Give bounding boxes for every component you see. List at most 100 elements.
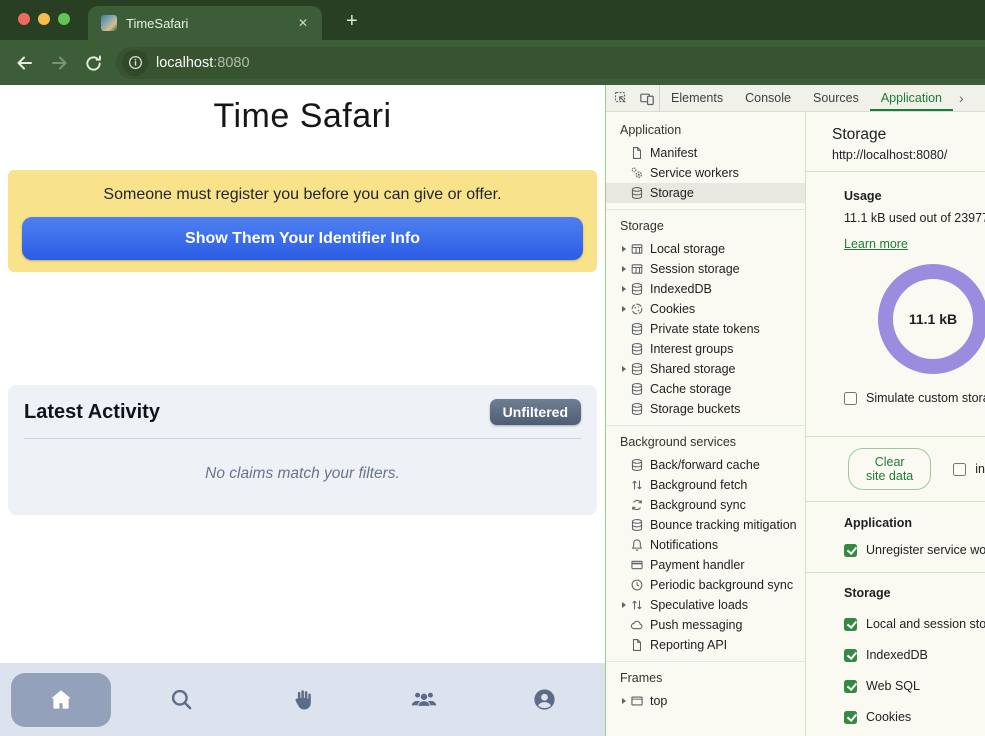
device-toolbar-icon[interactable] [639, 91, 655, 106]
sidebar-item-payment-handler[interactable]: Payment handler [606, 555, 805, 575]
sidebar-item-push-messaging[interactable]: Push messaging [606, 615, 805, 635]
sidebar-item-private-state-tokens[interactable]: Private state tokens [606, 319, 805, 339]
checkbox-checked[interactable] [844, 680, 857, 693]
traffic-lights [18, 13, 70, 25]
web-sql-row[interactable]: Web SQL [844, 679, 985, 693]
page-title: Time Safari [0, 97, 605, 136]
unregister-service-workers-row[interactable]: Unregister service wor [844, 543, 985, 557]
sidebar-item-back-forward-cache[interactable]: Back/forward cache [606, 455, 805, 475]
sidebar-item-cookies[interactable]: Cookies [606, 299, 805, 319]
include-checkbox-row[interactable]: in [953, 462, 985, 476]
sidebar-item-local-storage[interactable]: Local storage [606, 239, 805, 259]
sidebar-item-bounce-tracking-mitigations[interactable]: Bounce tracking mitigation [606, 515, 805, 535]
sidebar-item-top-frame[interactable]: top [606, 691, 805, 711]
panel-title: Storage [832, 126, 985, 144]
reload-icon[interactable] [76, 52, 110, 73]
new-tab-button[interactable]: + [338, 8, 366, 35]
item-label: IndexedDB [650, 282, 712, 296]
divider [606, 425, 805, 426]
section-application: Application [606, 116, 805, 143]
nav-offers[interactable] [242, 663, 363, 736]
disclosure-caret[interactable] [622, 366, 626, 372]
disclosure-caret[interactable] [622, 266, 626, 272]
address-bar[interactable]: localhost:8080 [116, 47, 985, 79]
tab-application[interactable]: Application [870, 85, 953, 111]
item-label: Service workers [650, 166, 739, 180]
disclosure-caret[interactable] [622, 246, 626, 252]
nav-profile[interactable] [484, 663, 605, 736]
people-icon [409, 687, 439, 713]
checkbox-checked[interactable] [844, 649, 857, 662]
indexeddb-row[interactable]: IndexedDB [844, 648, 985, 662]
checkbox-checked[interactable] [844, 711, 857, 724]
nav-home[interactable] [0, 663, 121, 736]
forward-icon[interactable] [42, 52, 76, 73]
clear-site-data-button[interactable]: Clear site data [848, 448, 931, 490]
checkbox-unchecked[interactable] [844, 392, 857, 405]
raised-hand-icon [290, 687, 316, 713]
up-down-arrows-icon [630, 478, 644, 492]
unfiltered-badge[interactable]: Unfiltered [490, 399, 581, 425]
item-label: Back/forward cache [650, 458, 760, 472]
browser-toolbar: localhost:8080 [0, 40, 985, 85]
bottom-navigation [0, 663, 605, 736]
nav-search[interactable] [121, 663, 242, 736]
show-identifier-info-button[interactable]: Show Them Your Identifier Info [22, 217, 583, 260]
cookies-row[interactable]: Cookies [844, 710, 985, 724]
sidebar-item-session-storage[interactable]: Session storage [606, 259, 805, 279]
latest-activity-card: Latest Activity Unfiltered No claims mat… [8, 385, 597, 515]
checkbox-unchecked[interactable] [953, 463, 966, 476]
disclosure-caret[interactable] [622, 286, 626, 292]
checkbox-label: Simulate custom stora [866, 391, 985, 405]
sidebar-item-background-sync[interactable]: Background sync [606, 495, 805, 515]
sidebar-item-storage[interactable]: Storage [606, 183, 805, 203]
tab-close-icon[interactable]: ✕ [294, 14, 312, 32]
item-label: Shared storage [650, 362, 735, 376]
registration-alert: Someone must register you before you can… [8, 170, 597, 272]
minimize-window-button[interactable] [38, 13, 50, 25]
local-session-storage-row[interactable]: Local and session stor [844, 617, 985, 631]
sidebar-item-background-fetch[interactable]: Background fetch [606, 475, 805, 495]
tab-sources[interactable]: Sources [802, 85, 870, 111]
disclosure-caret[interactable] [622, 698, 626, 704]
checkbox-checked[interactable] [844, 618, 857, 631]
database-icon [630, 282, 644, 296]
inspect-element-icon[interactable] [614, 91, 629, 106]
item-label: Push messaging [650, 618, 742, 632]
url-port: :8080 [213, 55, 249, 71]
checkbox-label: Cookies [866, 710, 911, 724]
sidebar-item-cache-storage[interactable]: Cache storage [606, 379, 805, 399]
database-icon [630, 322, 644, 336]
home-active-pill[interactable] [11, 673, 111, 727]
tab-elements[interactable]: Elements [660, 85, 734, 111]
zoom-window-button[interactable] [58, 13, 70, 25]
checkbox-checked[interactable] [844, 544, 857, 557]
sidebar-item-interest-groups[interactable]: Interest groups [606, 339, 805, 359]
sidebar-item-storage-buckets[interactable]: Storage buckets [606, 399, 805, 419]
more-tabs-icon[interactable]: › [953, 85, 964, 111]
back-icon[interactable] [8, 52, 42, 73]
simulate-quota-checkbox-row[interactable]: Simulate custom stora [844, 391, 985, 405]
browser-tab[interactable]: TimeSafari ✕ [88, 6, 322, 40]
sidebar-item-service-workers[interactable]: Service workers [606, 163, 805, 183]
disclosure-caret[interactable] [622, 306, 626, 312]
close-window-button[interactable] [18, 13, 30, 25]
window-content: Time Safari Someone must register you be… [0, 85, 985, 736]
item-label: Payment handler [650, 558, 745, 572]
tab-console[interactable]: Console [734, 85, 802, 111]
sidebar-item-periodic-background-sync[interactable]: Periodic background sync [606, 575, 805, 595]
sidebar-item-speculative-loads[interactable]: Speculative loads [606, 595, 805, 615]
file-icon [630, 146, 644, 160]
item-label: Notifications [650, 538, 718, 552]
nav-contacts[interactable] [363, 663, 484, 736]
learn-more-link[interactable]: Learn more [844, 237, 908, 251]
sidebar-item-shared-storage[interactable]: Shared storage [606, 359, 805, 379]
disclosure-caret[interactable] [622, 602, 626, 608]
sidebar-item-reporting-api[interactable]: Reporting API [606, 635, 805, 655]
donut-label: 11.1 kB [909, 311, 957, 327]
sidebar-item-notifications[interactable]: Notifications [606, 535, 805, 555]
site-info-icon[interactable] [122, 50, 148, 76]
payment-card-icon [630, 558, 644, 572]
sidebar-item-manifest[interactable]: Manifest [606, 143, 805, 163]
sidebar-item-indexeddb[interactable]: IndexedDB [606, 279, 805, 299]
